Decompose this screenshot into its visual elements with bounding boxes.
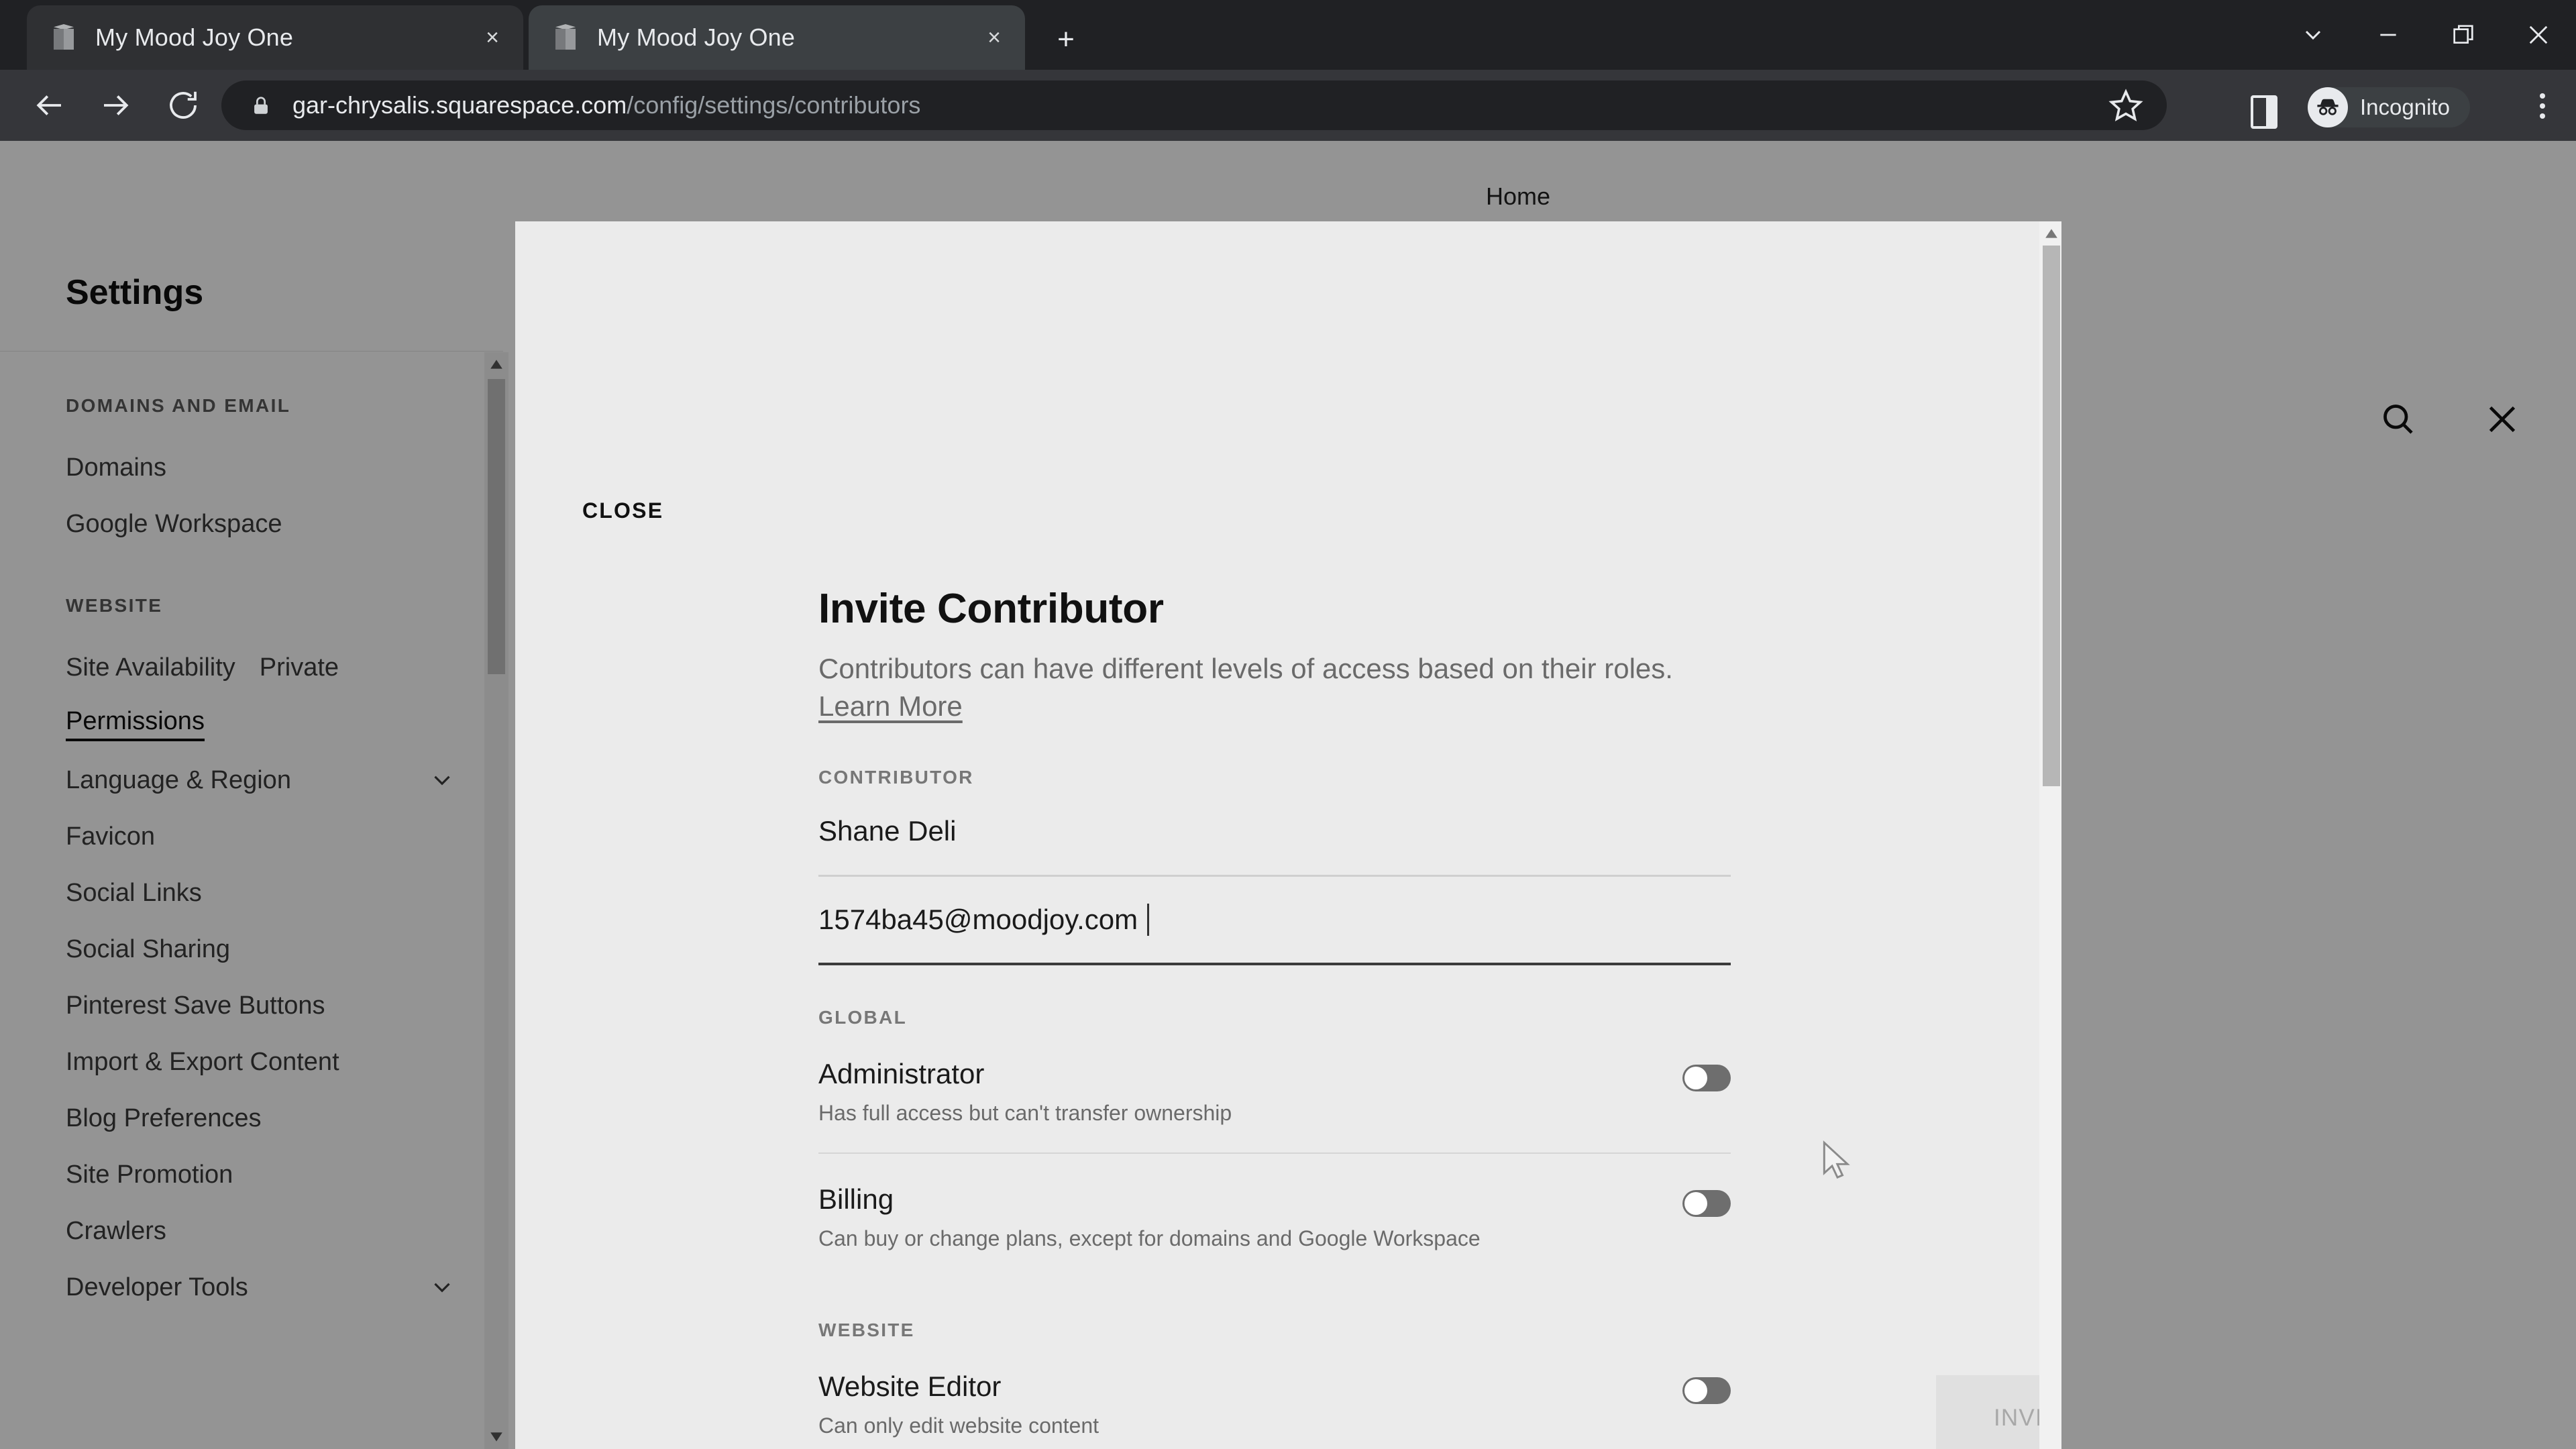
permission-description: Has full access but can't transfer owner… <box>818 1100 1232 1125</box>
window-controls <box>2275 0 2576 70</box>
modal-content: Invite Contributor Contributors can have… <box>818 585 1731 1449</box>
tab-close-icon[interactable]: × <box>975 19 1013 56</box>
new-tab-button[interactable]: + <box>1046 20 1085 59</box>
page-viewport: Home Settings DOMAINS AND EMAIL Domains … <box>0 141 2576 1449</box>
invite-contributor-modal: CLOSE Invite Contributor Contributors ca… <box>515 221 2061 1449</box>
modal-scrollbar[interactable] <box>2039 221 2061 1449</box>
contributor-email-field[interactable]: 1574ba45@moodjoy.com <box>818 877 1731 965</box>
permission-name: Billing <box>818 1183 894 1215</box>
incognito-icon <box>2308 87 2348 127</box>
learn-more-link[interactable]: Learn More <box>818 690 963 722</box>
contributor-name-value: Shane Deli <box>818 815 957 847</box>
url-path: /config/settings/contributors <box>627 91 921 119</box>
maximize-icon[interactable] <box>2426 0 2501 70</box>
side-panel-icon[interactable] <box>2251 95 2282 131</box>
incognito-profile-chip[interactable]: Incognito <box>2308 87 2470 127</box>
window-close-icon[interactable] <box>2501 0 2576 70</box>
profile-label: Incognito <box>2360 95 2450 119</box>
tab-title: My Mood Joy One <box>95 23 294 51</box>
website-editor-toggle[interactable] <box>1682 1377 1731 1404</box>
browser-toolbar: gar-chrysalis.squarespace.com/config/set… <box>0 70 2576 141</box>
administrator-toggle[interactable] <box>1682 1064 1731 1091</box>
tab-search-chevron-icon[interactable] <box>2275 0 2351 70</box>
permission-description: Can buy or change plans, except for doma… <box>818 1226 1481 1250</box>
cube-icon <box>50 23 79 52</box>
browser-menu-icon[interactable] <box>2524 87 2561 125</box>
cube-icon <box>551 23 581 52</box>
reload-icon[interactable] <box>157 79 209 131</box>
website-section-label: WEBSITE <box>818 1319 915 1340</box>
permission-name: Administrator <box>818 1057 985 1089</box>
modal-title: Invite Contributor <box>818 586 1164 632</box>
modal-description: Contributors can have different levels o… <box>818 650 1704 725</box>
url-text: gar-chrysalis.squarespace.com/config/set… <box>292 91 920 119</box>
permission-row-website-editor: Website Editor Can only edit website con… <box>818 1341 1731 1449</box>
browser-tab-1[interactable]: My Mood Joy One × <box>27 5 523 70</box>
mouse-cursor <box>1815 1139 1858 1182</box>
modal-scroll-area: Invite Contributor Contributors can have… <box>515 221 2061 1449</box>
billing-toggle[interactable] <box>1682 1189 1731 1217</box>
modal-scrollbar-thumb[interactable] <box>2043 246 2060 786</box>
modal-description-text: Contributors can have different levels o… <box>818 653 1673 684</box>
contributor-section-label: CONTRIBUTOR <box>818 766 974 788</box>
tab-close-icon[interactable]: × <box>474 19 511 56</box>
forward-icon[interactable] <box>90 79 142 131</box>
bookmark-star-icon[interactable] <box>2108 87 2144 123</box>
lock-icon <box>250 94 272 117</box>
scroll-up-arrow-icon[interactable] <box>2039 221 2061 246</box>
browser-window: My Mood Joy One × My Mood Joy One × + ga… <box>0 0 2576 1449</box>
tab-strip: My Mood Joy One × My Mood Joy One × + <box>0 0 2576 70</box>
contributor-name-field[interactable]: Shane Deli <box>818 788 1731 877</box>
contributor-email-value: 1574ba45@moodjoy.com <box>818 903 1138 935</box>
permission-description: Can only edit website content <box>818 1413 1099 1438</box>
url-domain: gar-chrysalis.squarespace.com <box>292 91 627 119</box>
permission-row-billing: Billing Can buy or change plans, except … <box>818 1154 1731 1278</box>
browser-tab-2[interactable]: My Mood Joy One × <box>529 5 1025 70</box>
global-section-label: GLOBAL <box>818 1006 908 1028</box>
permission-row-administrator: Administrator Has full access but can't … <box>818 1028 1731 1154</box>
text-caret <box>1147 903 1150 936</box>
minimize-icon[interactable] <box>2351 0 2426 70</box>
back-icon[interactable] <box>23 79 75 131</box>
address-bar[interactable]: gar-chrysalis.squarespace.com/config/set… <box>221 80 2167 130</box>
permission-name: Website Editor <box>818 1370 1002 1402</box>
tab-title: My Mood Joy One <box>597 23 796 51</box>
